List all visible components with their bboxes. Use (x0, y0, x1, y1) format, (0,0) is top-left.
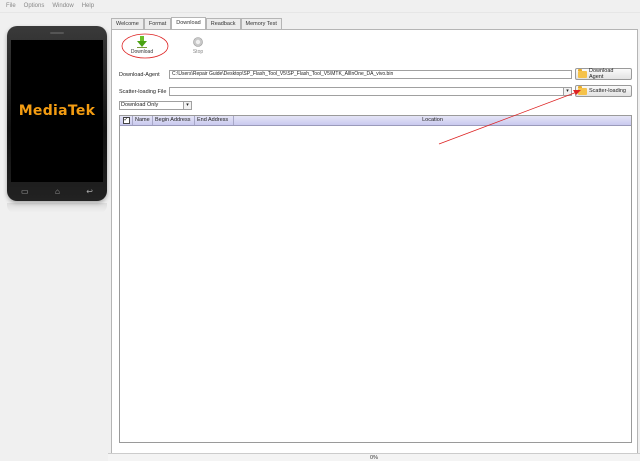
tab-format[interactable]: Format (143, 18, 172, 29)
column-end-address[interactable]: End Address (195, 116, 234, 125)
phone-illustration: MediaTek ▭ ⌂ ↩ (7, 26, 107, 201)
tab-memory-test[interactable]: Memory Test (240, 18, 282, 29)
folder-icon (578, 68, 587, 78)
toolbar: Download Stop (122, 35, 218, 61)
download-label: Download (130, 49, 154, 55)
left-panel: MediaTek ▭ ⌂ ↩ (0, 13, 108, 461)
download-agent-label: Download-Agent (119, 71, 160, 78)
menu-bar: File Options Window Help (0, 0, 640, 13)
scatter-file-label: Scatter-loading File (119, 88, 167, 95)
stop-icon (193, 35, 203, 49)
tab-download[interactable]: Download (171, 17, 206, 29)
tab-readback[interactable]: Readback (205, 18, 241, 29)
download-agent-button-label: Download Agent (588, 68, 614, 80)
column-location[interactable]: Location (234, 116, 631, 125)
select-all-column: ✓ (120, 116, 133, 125)
select-all-checkbox[interactable]: ✓ (122, 117, 130, 124)
table-header: ✓ Name Begin Address End Address Locatio… (120, 116, 631, 126)
menu-window[interactable]: Window (48, 3, 77, 9)
partition-table: ✓ Name Begin Address End Address Locatio… (119, 115, 632, 443)
progress-text: 0% (370, 455, 378, 461)
back-key-icon: ↩ (86, 186, 93, 196)
scatter-loading-button[interactable]: Scatter-loading (575, 85, 632, 97)
chevron-down-icon[interactable]: ▾ (563, 88, 571, 95)
phone-screen: MediaTek (11, 40, 103, 182)
tab-bar: Welcome Format Download Readback Memory … (111, 17, 282, 29)
download-arrow-icon (137, 35, 147, 49)
mode-select[interactable]: Download Only ▾ (119, 101, 192, 110)
menu-options[interactable]: Options (20, 3, 49, 9)
phone-reflection (7, 203, 107, 213)
chevron-down-icon[interactable]: ▾ (183, 102, 191, 109)
stop-button[interactable]: Stop (178, 35, 218, 61)
tab-welcome[interactable]: Welcome (111, 18, 144, 29)
status-bar: 0% (108, 453, 640, 461)
scatter-loading-button-label: Scatter-loading (589, 88, 626, 94)
column-begin-address[interactable]: Begin Address (153, 116, 195, 125)
scatter-file-combobox[interactable]: ▾ (169, 87, 572, 96)
download-panel: Download Stop Download-Agent C:\Users\Re… (111, 29, 638, 454)
download-agent-field[interactable]: C:\Users\Repair Guide\Desktop\SP_Flash_T… (169, 70, 572, 79)
folder-icon (578, 85, 587, 95)
download-agent-button[interactable]: Download Agent (575, 68, 632, 80)
download-button[interactable]: Download (122, 35, 162, 61)
mode-select-value: Download Only (121, 102, 159, 108)
menu-file[interactable]: File (2, 3, 20, 9)
stop-label: Stop (192, 49, 204, 55)
speaker (50, 32, 64, 34)
menu-help[interactable]: Help (78, 3, 98, 9)
menu-key-icon: ▭ (21, 186, 29, 196)
brand-logo: MediaTek (18, 103, 96, 119)
column-name[interactable]: Name (133, 116, 153, 125)
home-key-icon: ⌂ (55, 186, 60, 196)
